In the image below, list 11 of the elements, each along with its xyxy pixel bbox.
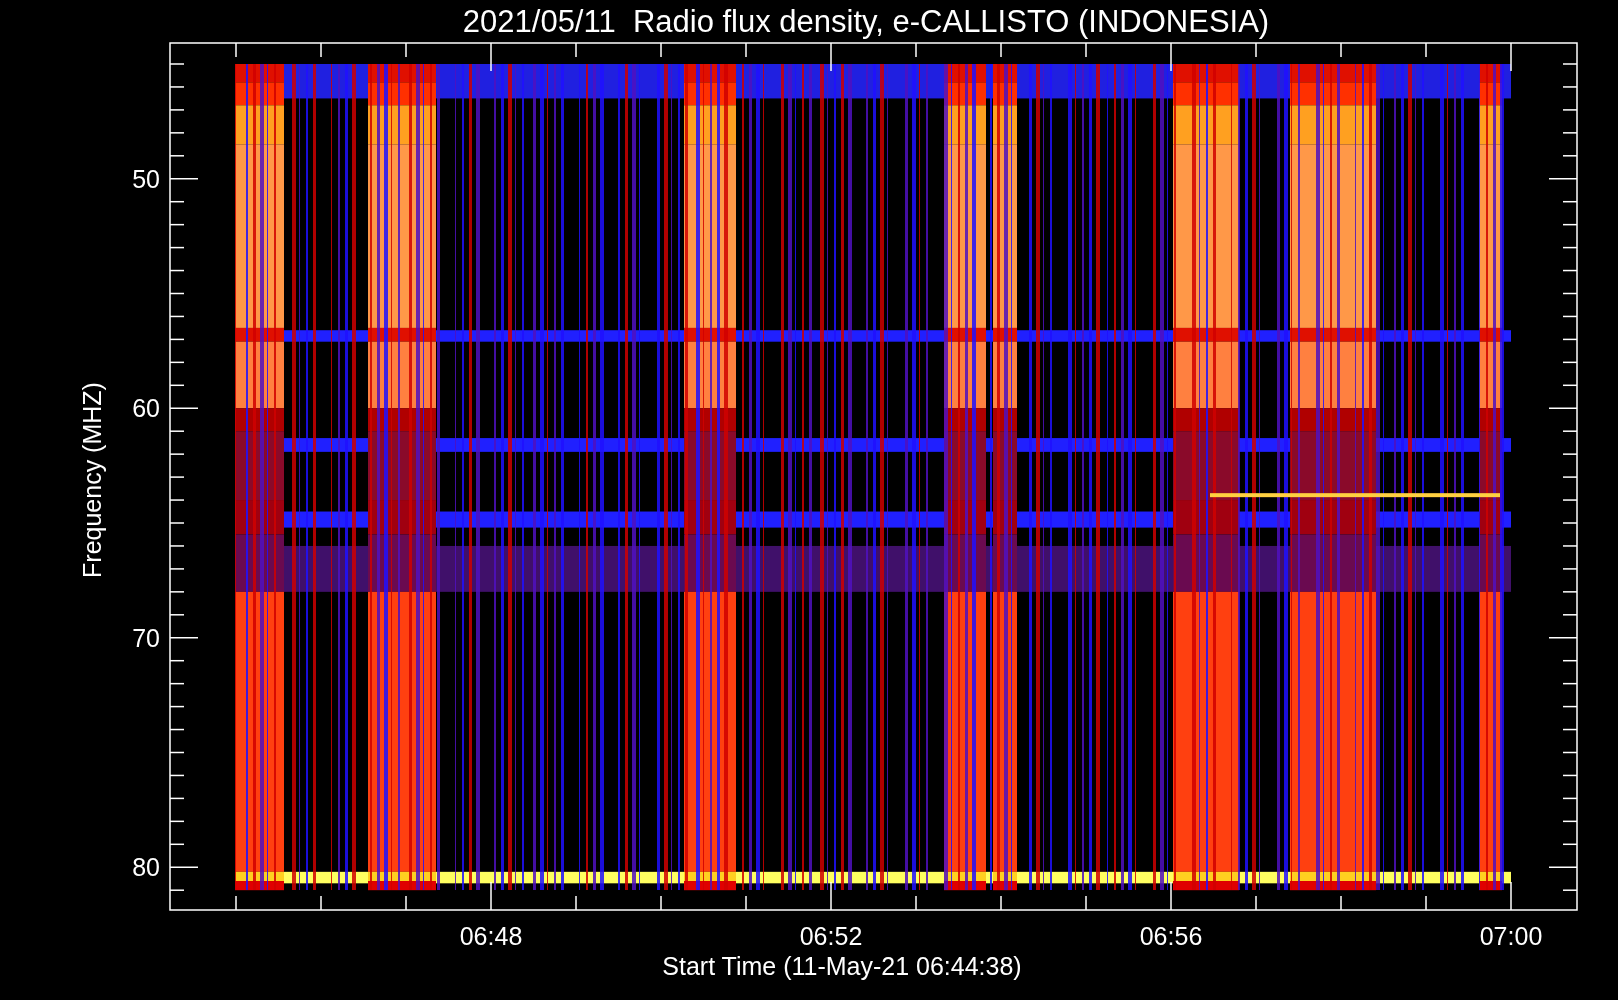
tick-label: 06:52 <box>799 922 863 950</box>
tick-label: 70 <box>132 623 160 652</box>
tick-label: 50 <box>132 164 160 193</box>
axis-title: Start Time (11-May-21 06:44:38) <box>662 952 1022 980</box>
tick-label: 60 <box>132 394 160 423</box>
tick-label: 07:00 <box>1479 922 1543 950</box>
chart-title: 2021/05/11 Radio flux density, e-CALLISTO (INDONESIA) <box>462 4 1270 39</box>
tick-label: 80 <box>132 853 160 882</box>
tick-label: 06:48 <box>459 922 523 950</box>
axis-title: Frequency (MHZ) <box>78 382 106 578</box>
tick-label: 06:56 <box>1139 922 1203 950</box>
